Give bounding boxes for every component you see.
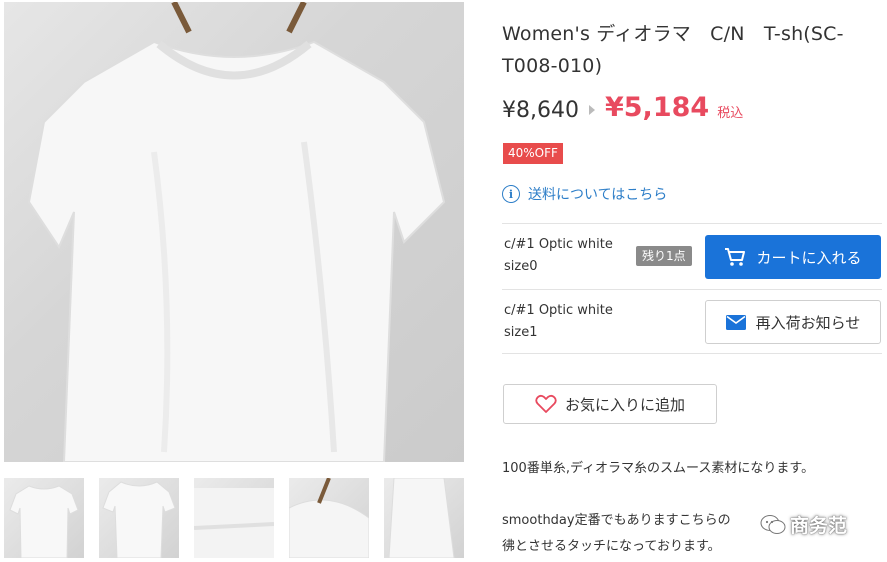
watermark: 商务范 (760, 511, 847, 538)
variant-info: c/#1 Optic white size1 (504, 300, 613, 344)
add-to-cart-button[interactable]: カートに入れる (705, 235, 881, 279)
variant-size: size1 (504, 325, 538, 340)
thumbnail-4[interactable] (289, 478, 369, 558)
thumbnail-strip (4, 478, 464, 558)
price-row: ¥8,640 ¥5,184 税込 (502, 92, 744, 124)
stock-remaining-badge: 残り1点 (636, 246, 692, 266)
add-to-cart-label: カートに入れる (756, 248, 862, 267)
price-arrow-icon (588, 105, 595, 115)
tax-label: 税込 (717, 106, 744, 121)
variant-row: c/#1 Optic white size1 再入荷お知らせ (502, 289, 882, 354)
cart-icon (725, 248, 746, 266)
mail-icon (725, 314, 746, 330)
description-line: 100番単糸,ディオラマ糸のスムース素材になります。 (502, 461, 815, 476)
variant-info: c/#1 Optic white size0 (504, 234, 613, 278)
sale-price: ¥5,184 (604, 92, 710, 123)
variant-color: c/#1 Optic white (504, 303, 613, 318)
original-price: ¥8,640 (502, 98, 579, 123)
info-circle-icon: i (502, 185, 520, 203)
discount-badge: 40%OFF (503, 143, 563, 164)
add-to-favorites-label: お気に入りに追加 (564, 395, 685, 414)
restock-notify-button[interactable]: 再入荷お知らせ (705, 300, 881, 344)
variant-size: size0 (504, 259, 538, 274)
wechat-icon (760, 514, 786, 534)
heart-outline-icon (535, 394, 557, 413)
product-title: Women's ディオラマ C/N T-sh(SC-T008-010) (502, 23, 844, 77)
restock-notify-label: 再入荷お知らせ (755, 313, 861, 332)
shipping-info-link[interactable]: i 送料についてはこちら (502, 184, 667, 204)
thumbnail-5[interactable] (384, 478, 464, 558)
shipping-link-label: 送料についてはこちら (528, 187, 668, 203)
variant-row: c/#1 Optic white size0 残り1点 カートに入れる (502, 223, 882, 289)
watermark-text: 商务范 (790, 515, 848, 537)
add-to-favorites-button[interactable]: お気に入りに追加 (503, 384, 717, 424)
variant-color: c/#1 Optic white (504, 237, 613, 252)
thumbnail-3[interactable] (194, 478, 274, 558)
thumbnail-1[interactable] (4, 478, 84, 558)
thumbnail-2[interactable] (99, 478, 179, 558)
main-product-photo[interactable] (4, 2, 464, 462)
tshirt-illustration (27, 2, 446, 462)
